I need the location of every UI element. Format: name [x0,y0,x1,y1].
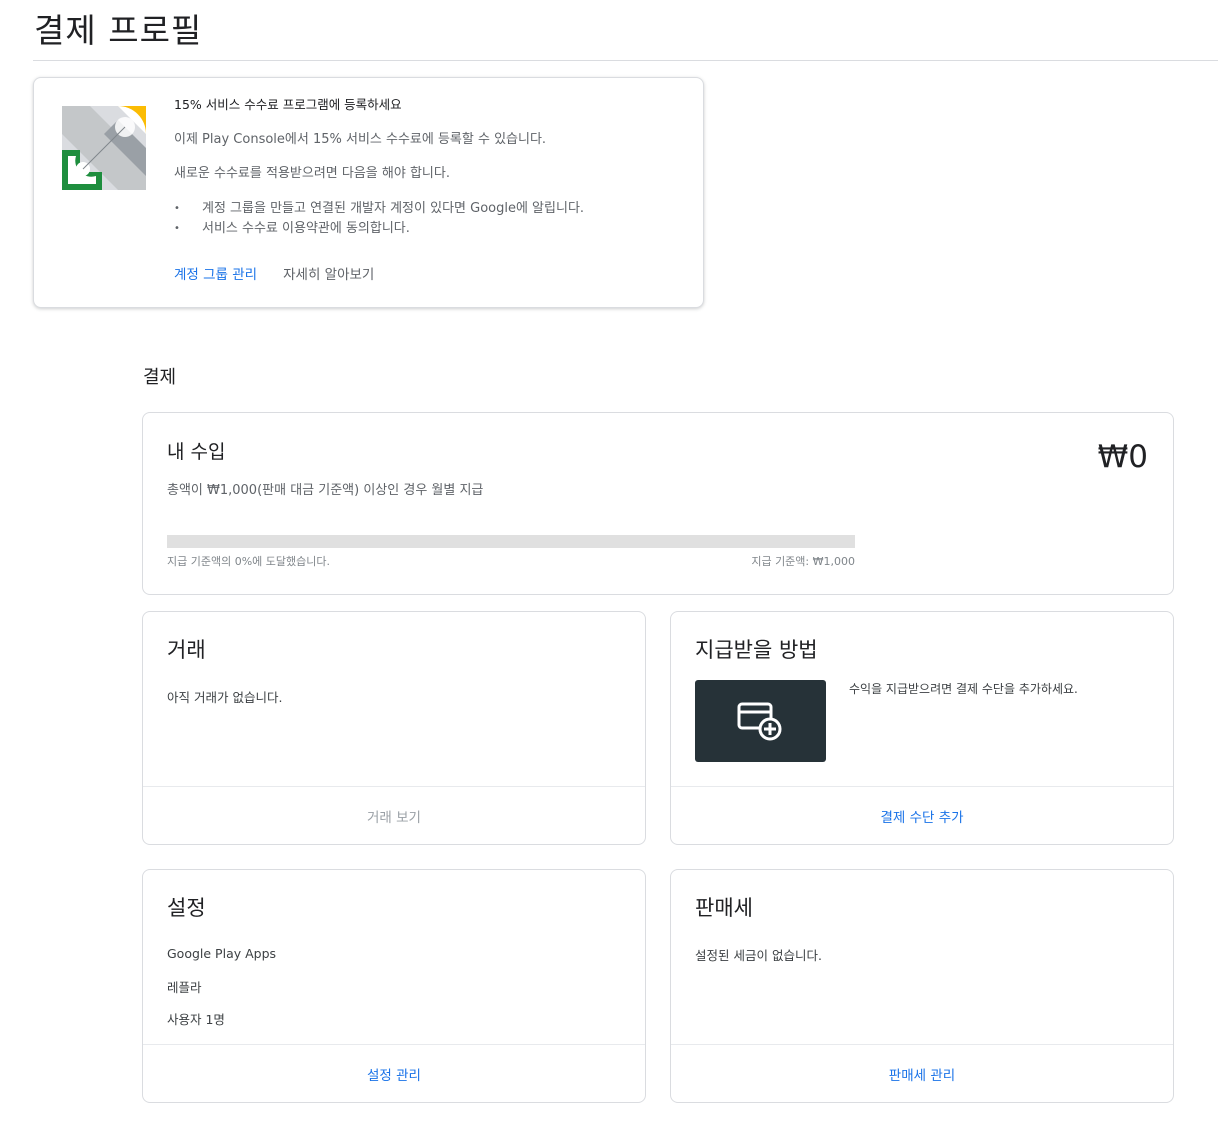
view-transactions-button[interactable]: 거래 보기 [143,786,645,844]
profile-name: 레플라 [167,980,202,995]
empty-tax-text: 설정된 세금이 없습니다. [695,948,822,963]
settings-card: 설정 Google Play Apps 레플라 사용자 1명 설정 관리 [142,869,646,1103]
payout-method-card: 지급받을 방법 수익을 지급받으려면 결제 수단을 추가하세요. 결제 수단 추… [670,611,1174,845]
promo-requirements-list: 계정 그룹을 만들고 연결된 개발자 계정이 있다면 Google에 알립니다.… [174,199,683,239]
card-title: 내 수입 [167,441,226,463]
list-item: 계정 그룹을 만들고 연결된 개발자 계정이 있다면 Google에 알립니다. [174,199,683,219]
learn-more-link[interactable]: 자세히 알아보기 [283,263,374,283]
promo-actions: 계정 그룹 관리 자세히 알아보기 [174,263,374,283]
add-payment-method-button[interactable]: 결제 수단 추가 [671,786,1173,844]
payments-section-heading: 결제 [143,367,177,388]
progress-label: 지급 기준액의 0%에 도달했습니다. [167,555,330,568]
users-link[interactable]: 사용자 1명 [167,1009,225,1028]
threshold-label: 지급 기준액: ₩1,000 [751,555,855,568]
title-divider [33,60,1218,61]
earnings-card: 내 수입 ₩0 총액이 ₩1,000(판매 대금 기준액) 이상인 경우 월별 … [142,412,1174,595]
card-title: 설정 [167,896,206,920]
transactions-card: 거래 아직 거래가 없습니다. 거래 보기 [142,611,646,845]
promo-title: 15% 서비스 수수료 프로그램에 등록하세요 [174,97,402,112]
sales-tax-card: 판매세 설정된 세금이 없습니다. 판매세 관리 [670,869,1174,1103]
earnings-amount: ₩0 [1097,439,1148,475]
manage-sales-tax-button[interactable]: 판매세 관리 [671,1044,1173,1102]
payout-schedule-text: 총액이 ₩1,000(판매 대금 기준액) 이상인 경우 월별 지급 [167,483,484,498]
manage-account-group-link[interactable]: 계정 그룹 관리 [174,263,257,283]
manage-settings-button[interactable]: 설정 관리 [143,1044,645,1102]
service-fee-promo-card: 15% 서비스 수수료 프로그램에 등록하세요 이제 Play Console에… [33,77,704,308]
fee-program-illustration [62,106,146,190]
empty-transactions-text: 아직 거래가 없습니다. [167,690,283,705]
card-title: 판매세 [695,896,753,920]
card-title: 거래 [167,638,206,662]
add-card-icon [737,702,781,741]
account-name: Google Play Apps [167,946,277,961]
promo-text: 새로운 수수료를 적용받으려면 다음을 해야 합니다. [174,166,450,181]
list-item: 서비스 수수료 이용약관에 동의합니다. [174,219,683,239]
payout-progress-bar [167,535,855,548]
page-title: 결제 프로필 [34,11,203,50]
payout-method-description: 수익을 지급받으려면 결제 수단을 추가하세요. [849,682,1078,696]
promo-body: 15% 서비스 수수료 프로그램에 등록하세요 이제 Play Console에… [174,97,683,239]
promo-text: 이제 Play Console에서 15% 서비스 수수료에 등록할 수 있습니… [174,132,547,147]
card-title: 지급받을 방법 [695,638,818,662]
payment-method-illustration [695,680,826,762]
